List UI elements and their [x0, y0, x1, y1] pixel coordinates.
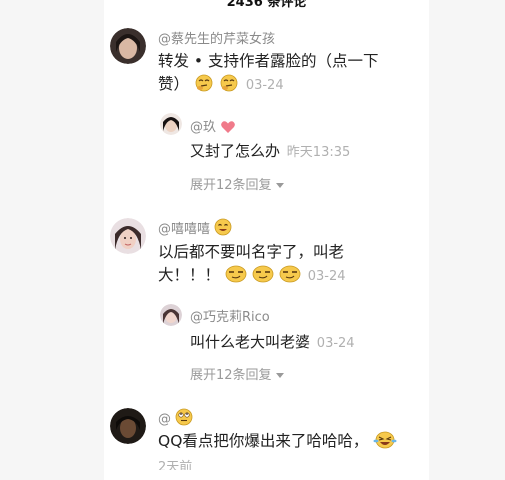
- avatar[interactable]: [110, 408, 146, 444]
- smiling-face-icon: [214, 218, 232, 240]
- heart-icon: [220, 120, 236, 138]
- reply-date: 昨天13:35: [286, 145, 351, 160]
- smirking-face-icon: [225, 265, 247, 290]
- eye-roll-face-icon: [175, 408, 193, 430]
- comment-text-line-2: 赞） 03-24: [158, 73, 408, 99]
- avatar[interactable]: [110, 218, 146, 254]
- comments-panel: 2436 条评论 @蔡先生的芹菜女孩 转发 • 支持作者露脸的（点一下 赞） 0…: [104, 0, 429, 470]
- comment-text[interactable]: 转发 • 支持作者露脸的（点一下 赞） 03-24: [158, 50, 408, 99]
- smirking-face-icon: [252, 265, 274, 290]
- comment-username[interactable]: @嘻嘻嘻: [158, 218, 232, 240]
- reply-text[interactable]: 叫什么老大叫老婆 03-24: [190, 331, 355, 352]
- left-margin: [0, 0, 104, 480]
- reply-username[interactable]: @巧克莉Rico: [190, 306, 270, 325]
- right-margin: [429, 0, 505, 480]
- comment-text[interactable]: 以后都不要叫名字了，叫老 大！！！ 03-24: [158, 241, 408, 290]
- comment-count-title: 2436 条评论: [226, 0, 307, 10]
- smirking-face-icon: [279, 265, 301, 290]
- expand-replies-button[interactable]: 展开12条回复: [190, 364, 284, 383]
- laughing-face-icon: [373, 431, 397, 456]
- thinking-face-icon: [194, 74, 214, 99]
- comment-username[interactable]: @: [158, 408, 193, 430]
- comment-time: 2天前: [158, 460, 193, 470]
- comment-text[interactable]: QQ看点把你爆出来了哈哈哈，: [158, 430, 418, 456]
- reply-avatar[interactable]: [160, 304, 182, 326]
- reply-username[interactable]: @玖: [190, 116, 236, 138]
- comment-date: 03-24: [307, 269, 346, 284]
- comment-screen: 2436 条评论 @蔡先生的芹菜女孩 转发 • 支持作者露脸的（点一下 赞） 0…: [0, 0, 505, 480]
- thinking-face-icon: [219, 74, 239, 99]
- avatar[interactable]: [110, 28, 146, 64]
- chevron-down-icon: [275, 183, 284, 188]
- chevron-down-icon: [275, 373, 284, 378]
- expand-replies-button[interactable]: 展开12条回复: [190, 174, 284, 193]
- comment-date: 03-24: [245, 78, 284, 93]
- reply-date: 03-24: [316, 336, 355, 351]
- reply-avatar[interactable]: [160, 113, 182, 135]
- reply-text[interactable]: 又封了怎么办 昨天13:35: [190, 140, 350, 161]
- comment-text-line: 转发 • 支持作者露脸的（点一下: [158, 52, 379, 70]
- comment-username[interactable]: @蔡先生的芹菜女孩: [158, 28, 275, 47]
- comment-text-line-2: 大！！！ 03-24: [158, 264, 408, 290]
- comment-text-line: 以后都不要叫名字了，叫老: [158, 243, 345, 261]
